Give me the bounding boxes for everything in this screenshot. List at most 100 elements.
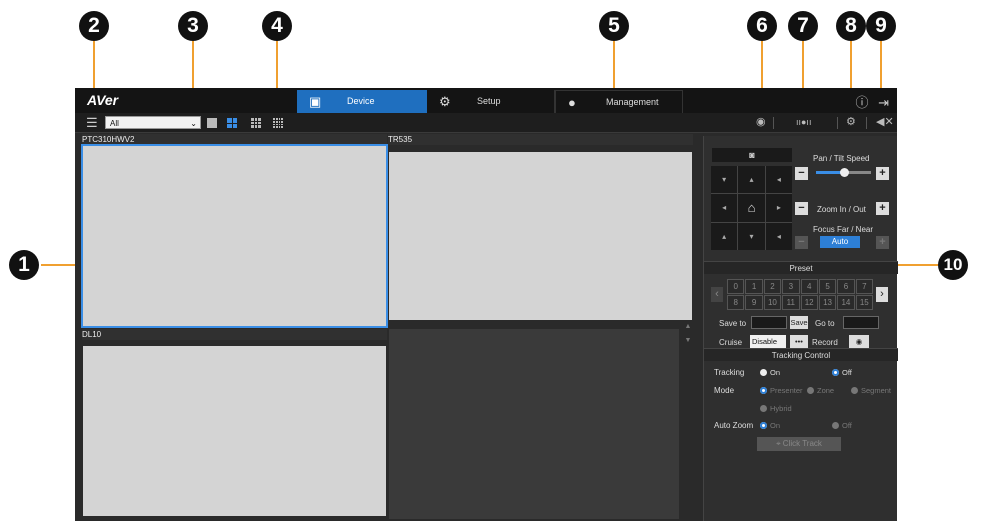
save-to-field[interactable] xyxy=(751,316,787,329)
click-track-button[interactable]: ⌖ Click Track xyxy=(757,437,841,451)
slider-knob[interactable] xyxy=(840,168,849,177)
divider xyxy=(866,117,867,129)
preset-15[interactable]: 15 xyxy=(855,295,873,310)
preset-6[interactable]: 6 xyxy=(837,279,855,294)
preset-0[interactable]: 0 xyxy=(727,279,745,294)
preset-8[interactable]: 8 xyxy=(727,295,745,310)
layout-1x1-button[interactable] xyxy=(207,118,217,128)
app-window: AVer ▣ Device ⚙ Setup ● Management ⓘ ⇥ ☰… xyxy=(75,88,898,521)
ptz-right-button[interactable]: ▸ xyxy=(765,194,792,222)
video-pane-2[interactable] xyxy=(389,152,692,320)
pan-speed-plus-button[interactable]: + xyxy=(876,167,889,180)
preset-title: Preset xyxy=(704,261,898,274)
cruise-label: Cruise xyxy=(719,338,743,347)
auto-zoom-on-label: On xyxy=(770,421,781,430)
ptz-down-right-button[interactable]: ◂ xyxy=(765,222,792,250)
layout-4x4-button[interactable] xyxy=(273,118,283,128)
cruise-more-button[interactable]: ••• xyxy=(790,335,808,348)
zoom-out-button[interactable]: − xyxy=(795,202,808,215)
ptz-down-left-button[interactable]: ▴ xyxy=(711,222,738,250)
tab-management[interactable]: ● Management xyxy=(555,90,683,113)
tracking-off-radio[interactable]: Off xyxy=(832,368,852,377)
preset-next-button[interactable]: › xyxy=(876,287,888,302)
preset-3[interactable]: 3 xyxy=(782,279,800,294)
info-icon[interactable]: ⓘ xyxy=(855,95,868,110)
preset-9[interactable]: 9 xyxy=(745,295,763,310)
microphone-icon[interactable]: ıı●ıı xyxy=(796,117,811,127)
preset-4[interactable]: 4 xyxy=(800,279,818,294)
mode-hybrid-radio[interactable]: Hybrid xyxy=(760,404,792,413)
group-select-value: All xyxy=(110,119,119,128)
preset-7[interactable]: 7 xyxy=(855,279,873,294)
menu-icon[interactable]: ☰ xyxy=(86,116,98,129)
record-toggle-button[interactable]: ◉ xyxy=(849,335,869,348)
zoom-in-button[interactable]: + xyxy=(876,202,889,215)
ptz-down-button[interactable]: ▾ xyxy=(738,222,765,250)
auto-zoom-on-radio[interactable]: On xyxy=(760,421,780,430)
preset-13[interactable]: 13 xyxy=(818,295,837,310)
callout-3: 3 xyxy=(178,11,208,41)
tab-setup[interactable]: ⚙ Setup xyxy=(427,90,555,113)
divider xyxy=(773,117,774,129)
preset-10[interactable]: 10 xyxy=(763,295,782,310)
go-to-label: Go to xyxy=(815,319,835,328)
ptz-up-button[interactable]: ▴ xyxy=(738,166,765,194)
record-label: Record xyxy=(812,338,838,347)
pane-label-3: DL10 xyxy=(82,329,387,340)
video-pane-4[interactable] xyxy=(389,329,679,519)
layout-3x3-button[interactable] xyxy=(251,118,261,128)
preset-11[interactable]: 11 xyxy=(782,295,800,310)
snapshot-button[interactable]: ◙ xyxy=(712,148,792,162)
callout-10: 10 xyxy=(938,250,968,280)
preset-14[interactable]: 14 xyxy=(837,295,855,310)
auto-zoom-off-label: Off xyxy=(842,421,852,430)
ptz-home-button[interactable]: ⌂ xyxy=(738,194,765,222)
focus-far-button[interactable]: − xyxy=(795,236,808,249)
focus-near-button[interactable]: + xyxy=(876,236,889,249)
preset-5[interactable]: 5 xyxy=(818,279,837,294)
pan-tilt-speed-slider[interactable] xyxy=(816,168,871,177)
tab-device-label: Device xyxy=(347,96,375,106)
ptz-up-left-button[interactable]: ▾ xyxy=(711,166,738,194)
record-icon[interactable]: ◉ xyxy=(756,115,766,128)
mode-presenter-radio[interactable]: Presenter xyxy=(760,386,803,395)
go-to-field[interactable] xyxy=(843,316,879,329)
pane-label-2: TR535 xyxy=(388,134,693,145)
mode-segment-radio[interactable]: Segment xyxy=(851,386,891,395)
ptz-left-button[interactable]: ◂ xyxy=(711,194,738,222)
save-button[interactable]: Save xyxy=(790,316,808,329)
auto-zoom-off-radio[interactable]: Off xyxy=(832,421,852,430)
pane-label-1: PTC310HWV2 xyxy=(82,134,387,145)
pan-speed-minus-button[interactable]: − xyxy=(795,167,808,180)
callout-8: 8 xyxy=(836,11,866,41)
stage: 2 3 4 5 6 7 8 9 1 10 AVer ▣ Device ⚙ Set… xyxy=(0,0,981,521)
preset-2[interactable]: 2 xyxy=(763,279,782,294)
cruise-select[interactable]: Disable xyxy=(750,335,786,348)
video-pane-1[interactable] xyxy=(81,144,388,328)
auto-focus-button[interactable]: Auto xyxy=(820,236,860,248)
callout-1: 1 xyxy=(9,250,39,280)
mode-label: Mode xyxy=(714,386,735,395)
preset-prev-button[interactable]: ‹ xyxy=(711,287,723,302)
preset-1[interactable]: 1 xyxy=(745,279,763,294)
mode-zone-radio[interactable]: Zone xyxy=(807,386,834,395)
cruise-value: Disable xyxy=(752,337,778,346)
panel-collapse-arrows[interactable]: ▲ ▼ xyxy=(682,320,694,350)
tab-management-label: Management xyxy=(606,97,659,107)
mic-settings-icon[interactable]: ⚙ xyxy=(846,115,856,128)
logout-icon[interactable]: ⇥ xyxy=(878,95,889,110)
preset-12[interactable]: 12 xyxy=(800,295,818,310)
divider xyxy=(837,117,838,129)
tracking-on-radio[interactable]: On xyxy=(760,368,780,377)
speaker-mute-icon[interactable]: ◀✕ xyxy=(876,115,894,128)
callout-4: 4 xyxy=(262,11,292,41)
ptz-up-right-button[interactable]: ◂ xyxy=(765,166,792,194)
focus-label: Focus Far / Near xyxy=(813,225,874,234)
tracking-control-title: Tracking Control xyxy=(704,348,898,361)
layout-2x2-button[interactable] xyxy=(227,118,237,128)
group-select[interactable]: All ⌄ xyxy=(105,116,201,129)
tab-device[interactable]: ▣ Device xyxy=(297,90,427,113)
callout-2: 2 xyxy=(79,11,109,41)
video-pane-3[interactable] xyxy=(83,346,386,516)
camera-tab-icon: ▣ xyxy=(309,94,322,109)
